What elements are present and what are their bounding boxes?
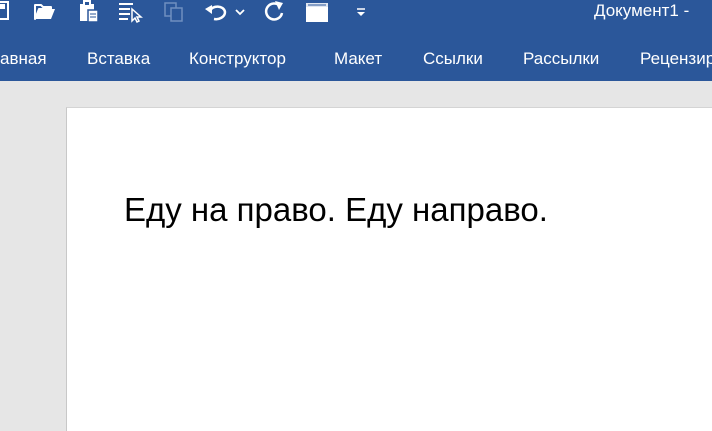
copy-button[interactable] [163,0,185,24]
document-body-text[interactable]: Еду на право. Еду направо. [124,191,548,229]
tab-design[interactable]: Конструктор [189,49,286,69]
word-window: Документ1 - авная Вставка Конструктор Ма… [0,0,712,431]
customize-toolbar-icon [357,8,365,16]
open-folder-icon [34,4,55,20]
open-button[interactable] [33,0,57,24]
tab-review[interactable]: Рецензирование [640,49,712,69]
document-canvas: Еду на право. Еду направо. [0,81,712,431]
redo-button[interactable] [261,0,287,24]
customize-toolbar-button[interactable] [352,0,370,24]
quick-access-toolbar: Документ1 - [0,0,712,30]
redo-icon [264,1,284,21]
copy-icon [164,2,183,22]
save-icon [0,1,9,20]
dropdown-chevron-icon [235,9,245,16]
undo-button[interactable] [204,0,230,24]
clipboard-icon [80,0,99,23]
tab-insert[interactable]: Вставка [87,49,150,69]
ribbon-tab-bar: авная Вставка Конструктор Макет Ссылки Р… [0,30,712,81]
document-page[interactable]: Еду на право. Еду направо. [66,107,712,431]
screenshot-icon [306,3,328,22]
undo-icon [205,5,227,21]
undo-dropdown-button[interactable] [233,0,247,24]
paste-button[interactable] [77,0,101,24]
select-button[interactable] [118,0,144,24]
screenshot-button[interactable] [305,0,331,24]
tab-mailings[interactable]: Рассылки [523,49,599,69]
window-title: Документ1 - [594,1,690,20]
tab-home[interactable]: авная [0,49,47,69]
save-button[interactable] [0,0,14,24]
tab-layout[interactable]: Макет [334,49,382,69]
tab-references[interactable]: Ссылки [423,49,483,69]
selection-pane-icon [119,3,143,23]
